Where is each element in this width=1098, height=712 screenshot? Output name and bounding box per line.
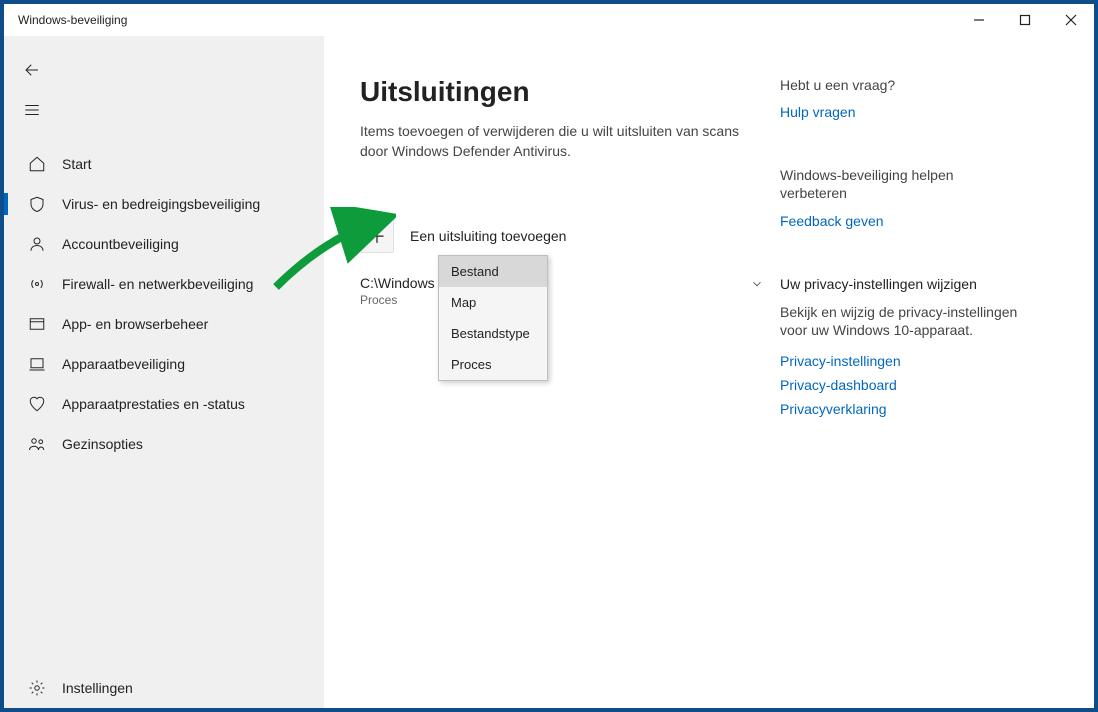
sidebar-item-label: Accountbeveiliging: [62, 236, 179, 252]
privacy-statement-link[interactable]: Privacyverklaring: [780, 401, 1020, 417]
sidebar-item-firewall[interactable]: Firewall- en netwerkbeveiliging: [4, 264, 324, 304]
dropdown-item-file[interactable]: Bestand: [439, 256, 547, 287]
window-icon: [26, 315, 48, 333]
sidebar-item-start[interactable]: Start: [4, 144, 324, 184]
page-title: Uitsluitingen: [360, 76, 770, 108]
privacy-description: Bekijk en wijzig de privacy-instellingen…: [780, 303, 1020, 339]
sidebar: Start Virus- en bedreigingsbeveiliging A…: [4, 36, 324, 708]
window-controls: [956, 4, 1094, 36]
add-exclusion-button[interactable]: ＋: [360, 219, 394, 253]
page-subtitle: Items toevoegen of verwijderen die u wil…: [360, 122, 770, 161]
help-link[interactable]: Hulp vragen: [780, 104, 1020, 120]
sidebar-item-label: Start: [62, 156, 92, 172]
sidebar-item-virus-threat[interactable]: Virus- en bedreigingsbeveiliging: [4, 184, 324, 224]
nav: Start Virus- en bedreigingsbeveiliging A…: [4, 144, 324, 464]
sidebar-item-device[interactable]: Apparaatbeveiliging: [4, 344, 324, 384]
sidebar-item-label: Firewall- en netwerkbeveiliging: [62, 276, 253, 292]
chevron-down-icon[interactable]: [744, 275, 770, 298]
titlebar: Windows-beveiliging: [4, 4, 1094, 36]
help-heading: Hebt u een vraag?: [780, 76, 1020, 94]
sidebar-item-label: Apparaatprestaties en -status: [62, 396, 245, 412]
dropdown-item-filetype[interactable]: Bestandstype: [439, 318, 547, 349]
improve-heading: Windows-beveiliging helpen verbeteren: [780, 166, 1020, 202]
window-title: Windows-beveiliging: [18, 13, 127, 27]
sidebar-item-health[interactable]: Apparaatprestaties en -status: [4, 384, 324, 424]
network-icon: [26, 275, 48, 293]
sidebar-item-app-browser[interactable]: App- en browserbeheer: [4, 304, 324, 344]
app-window: Windows-beveiliging: [4, 4, 1094, 708]
dropdown-item-process[interactable]: Proces: [439, 349, 547, 380]
device-icon: [26, 355, 48, 373]
sidebar-item-label: Gezinsopties: [62, 436, 143, 452]
heart-icon: [26, 395, 48, 413]
home-icon: [26, 155, 48, 173]
exclusion-type-dropdown: Bestand Map Bestandstype Proces: [438, 255, 548, 381]
close-button[interactable]: [1048, 4, 1094, 36]
gear-icon: [26, 679, 48, 697]
add-exclusion-row: ＋ Een uitsluiting toevoegen: [360, 219, 770, 253]
shield-icon: [26, 195, 48, 213]
sidebar-item-label: Virus- en bedreigingsbeveiliging: [62, 196, 260, 212]
person-icon: [26, 235, 48, 253]
hamburger-button[interactable]: [8, 90, 56, 130]
sidebar-item-label: Apparaatbeveiliging: [62, 356, 185, 372]
maximize-button[interactable]: [1002, 4, 1048, 36]
exclusion-item[interactable]: C:\Windows nost.exe Proces: [360, 275, 770, 307]
privacy-dashboard-link[interactable]: Privacy-dashboard: [780, 377, 1020, 393]
sidebar-item-label: Instellingen: [62, 680, 133, 696]
sidebar-item-label: App- en browserbeheer: [62, 316, 208, 332]
help-column: Hebt u een vraag? Hulp vragen Windows-be…: [780, 76, 1020, 708]
privacy-settings-link[interactable]: Privacy-instellingen: [780, 353, 1020, 369]
sidebar-item-settings[interactable]: Instellingen: [4, 668, 324, 708]
minimize-button[interactable]: [956, 4, 1002, 36]
back-button[interactable]: [8, 50, 56, 90]
people-icon: [26, 435, 48, 453]
privacy-heading: Uw privacy-instellingen wijzigen: [780, 275, 1020, 293]
sidebar-item-family[interactable]: Gezinsopties: [4, 424, 324, 464]
sidebar-item-account[interactable]: Accountbeveiliging: [4, 224, 324, 264]
dropdown-item-folder[interactable]: Map: [439, 287, 547, 318]
feedback-link[interactable]: Feedback geven: [780, 213, 1020, 229]
plus-icon: ＋: [368, 223, 386, 249]
add-exclusion-label: Een uitsluiting toevoegen: [410, 228, 566, 244]
